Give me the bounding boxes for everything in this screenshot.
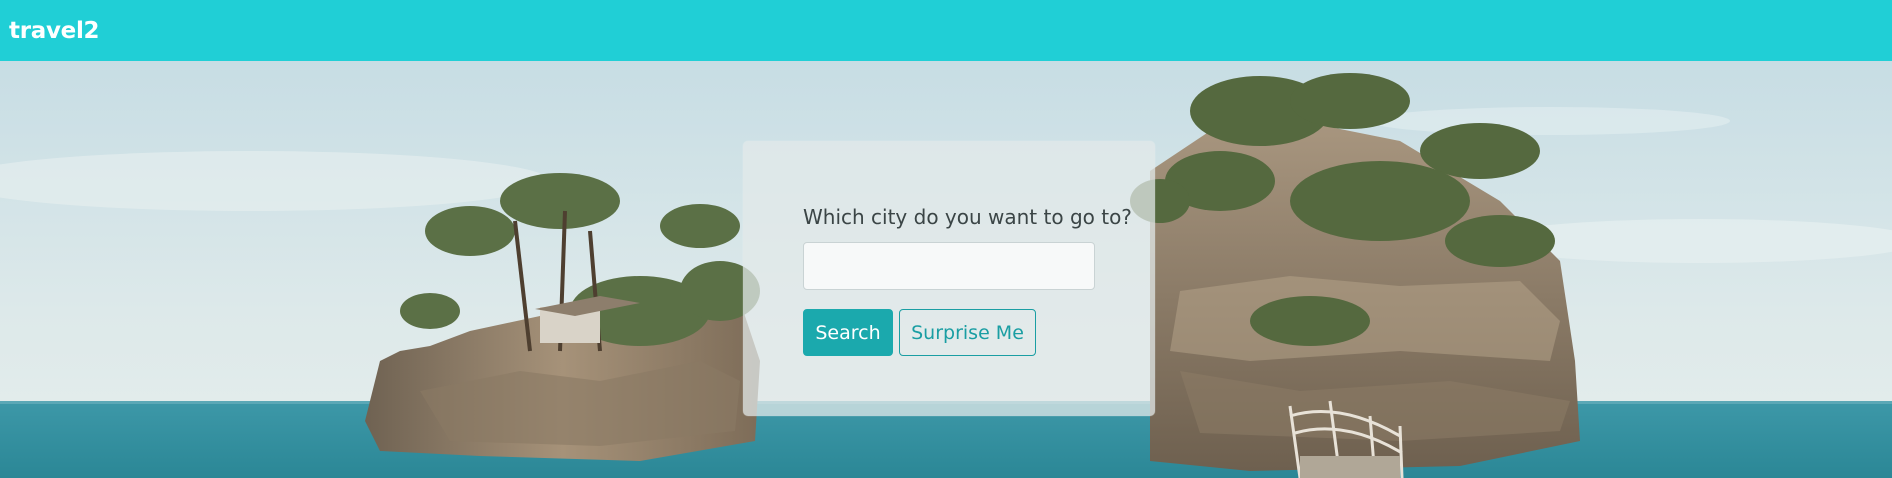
search-button[interactable]: Search bbox=[803, 309, 893, 356]
navbar: travel2 bbox=[0, 0, 1892, 61]
city-question-label: Which city do you want to go to? bbox=[803, 205, 1132, 229]
city-search-input[interactable] bbox=[803, 242, 1095, 290]
brand-logo[interactable]: travel2 bbox=[9, 18, 100, 44]
surprise-me-button[interactable]: Surprise Me bbox=[899, 309, 1036, 356]
search-panel: Which city do you want to go to? Search … bbox=[743, 141, 1155, 416]
